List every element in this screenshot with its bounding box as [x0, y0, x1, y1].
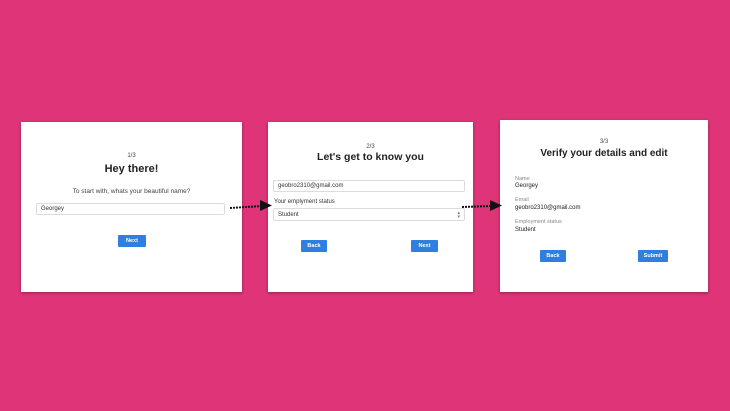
employment-status-label: Employment status [515, 219, 562, 225]
employment-status-value: Student [278, 211, 299, 218]
employment-status-value: Student [515, 227, 536, 233]
step-indicator: 2/3 [366, 144, 375, 150]
email-label: Email [515, 197, 529, 203]
name-input[interactable]: Georgey [36, 203, 225, 215]
step-1-card: 1/3 Hey there! To start with, whats your… [21, 122, 242, 292]
step-indicator: 1/3 [127, 153, 136, 159]
chevron-up-down-icon: ▴ ▾ [457, 209, 460, 220]
arrow-right-icon [230, 200, 272, 211]
name-prompt: To start with, whats your beautiful name… [72, 188, 191, 195]
next-button[interactable]: Next [411, 240, 438, 252]
name-value: Georgey [515, 183, 539, 189]
page-title: Let's get to know you [317, 151, 424, 163]
name-label: Name [515, 176, 530, 182]
step-indicator: 3/3 [599, 139, 609, 145]
employment-status-label: Your emplyment status [274, 199, 335, 205]
email-input[interactable]: geobro2310@gmail.com [273, 180, 465, 192]
employment-status-select[interactable]: Student ▴ ▾ [273, 208, 465, 221]
submit-button[interactable]: Submit [638, 250, 668, 262]
page-title: Verify your details and edit [540, 148, 668, 159]
step-3-card: 3/3 Verify your details and edit Name Ge… [500, 120, 708, 292]
next-button[interactable]: Next [118, 235, 146, 247]
back-button[interactable]: Back [301, 240, 327, 252]
arrow-right-icon [462, 200, 502, 211]
email-value: geobro2310@gmail.com [515, 205, 581, 211]
back-button[interactable]: Back [540, 250, 566, 262]
page-title: Hey there! [104, 163, 159, 175]
step-2-card: 2/3 Let's get to know you geobro2310@gma… [268, 122, 473, 292]
